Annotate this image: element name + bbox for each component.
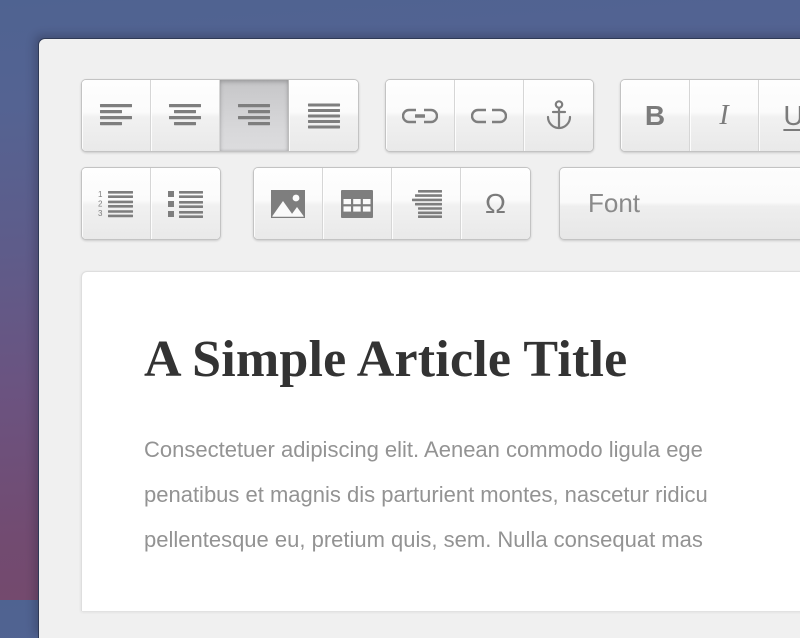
svg-text:3: 3 bbox=[98, 209, 103, 218]
link-button-group bbox=[385, 79, 594, 152]
unlink-icon bbox=[471, 106, 507, 126]
text-format-button-group: B I U bbox=[620, 79, 800, 152]
insert-button-group: Ω bbox=[253, 167, 531, 240]
bold-button[interactable]: B bbox=[621, 80, 690, 151]
table-icon bbox=[341, 189, 373, 218]
align-left-icon bbox=[99, 103, 133, 129]
link-icon bbox=[402, 106, 438, 126]
document-editing-area[interactable]: A Simple Article Title Consectetuer adip… bbox=[81, 271, 800, 611]
bold-icon: B bbox=[644, 99, 666, 131]
italic-icon: I bbox=[719, 99, 729, 131]
blockquote-button[interactable] bbox=[392, 168, 461, 239]
unordered-list-icon bbox=[167, 190, 204, 218]
unordered-list-button[interactable] bbox=[151, 168, 220, 239]
insert-image-button[interactable] bbox=[254, 168, 323, 239]
ordered-list-button[interactable]: 1 2 3 bbox=[82, 168, 151, 239]
align-left-button[interactable] bbox=[82, 80, 151, 151]
editor-window: B I U bbox=[38, 38, 800, 638]
article-body: Consectetuer adipiscing elit. Aenean com… bbox=[144, 427, 800, 562]
toolbar-row-secondary: 1 2 3 Ω Font bbox=[81, 167, 800, 240]
body-line: pellentesque eu, pretium quis, sem. Null… bbox=[144, 527, 703, 552]
article-title: A Simple Article Title bbox=[144, 331, 628, 388]
align-center-icon bbox=[168, 103, 202, 129]
insert-table-button[interactable] bbox=[323, 168, 392, 239]
font-select-value: Font bbox=[588, 188, 641, 218]
blockquote-icon bbox=[410, 189, 442, 218]
align-justify-icon bbox=[307, 103, 341, 129]
body-line: penatibus et magnis dis parturient monte… bbox=[144, 482, 708, 507]
omega-icon: Ω bbox=[485, 187, 506, 219]
insert-anchor-button[interactable] bbox=[524, 80, 593, 151]
font-select[interactable]: Font bbox=[559, 167, 800, 240]
remove-link-button[interactable] bbox=[455, 80, 524, 151]
align-right-button[interactable] bbox=[220, 80, 289, 151]
underline-button[interactable]: U bbox=[759, 80, 800, 151]
anchor-icon bbox=[545, 99, 573, 132]
italic-button[interactable]: I bbox=[690, 80, 759, 151]
align-center-button[interactable] bbox=[151, 80, 220, 151]
insert-link-button[interactable] bbox=[386, 80, 455, 151]
svg-text:2: 2 bbox=[98, 199, 103, 208]
list-button-group: 1 2 3 bbox=[81, 167, 221, 240]
alignment-button-group bbox=[81, 79, 359, 152]
body-line: Consectetuer adipiscing elit. Aenean com… bbox=[144, 437, 703, 462]
ordered-list-icon: 1 2 3 bbox=[98, 190, 134, 218]
special-character-button[interactable]: Ω bbox=[461, 168, 530, 239]
image-icon bbox=[271, 189, 305, 218]
align-right-icon bbox=[237, 103, 271, 129]
align-justify-button[interactable] bbox=[289, 80, 358, 151]
svg-text:1: 1 bbox=[98, 190, 103, 199]
underline-icon: U bbox=[783, 101, 800, 130]
toolbar-row-primary: B I U bbox=[81, 79, 800, 152]
